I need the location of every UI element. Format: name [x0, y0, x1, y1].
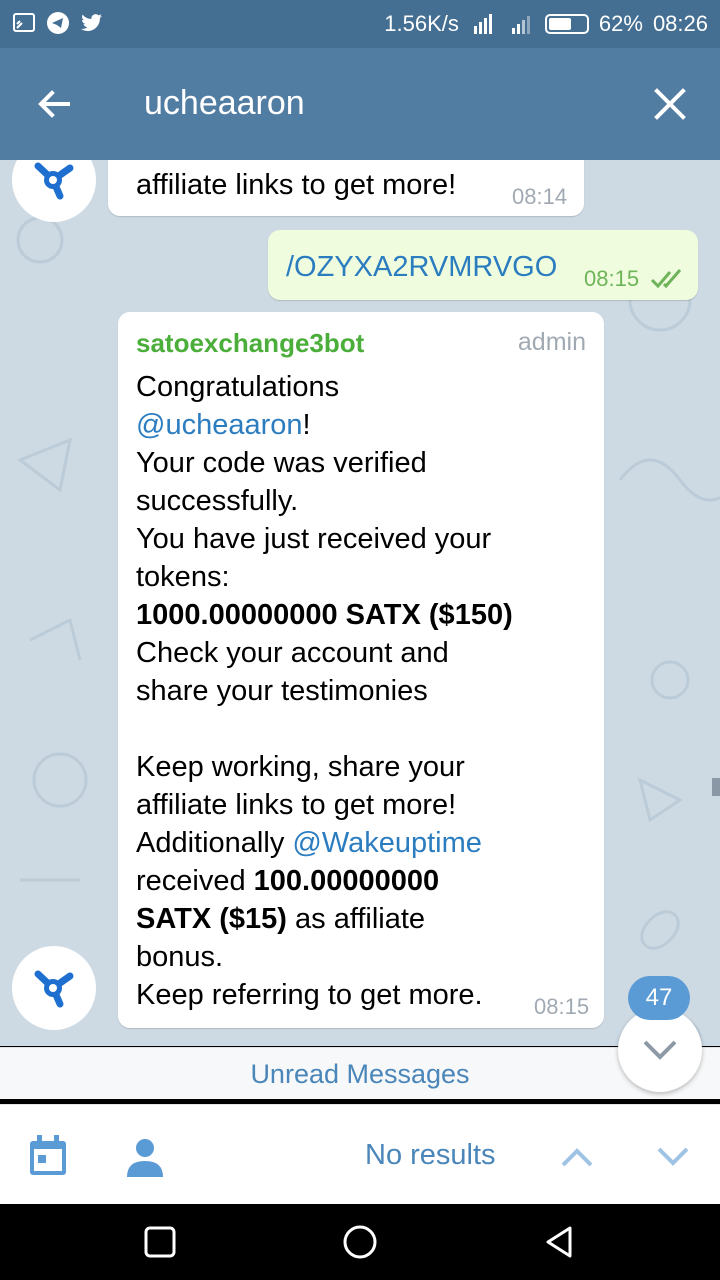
line-testimonies: share your testimonies [136, 675, 428, 707]
sender-name[interactable]: satoexchange3bot [136, 328, 364, 359]
message-bubble-outgoing[interactable]: /OZYXA2RVMRVGO 08:15 [268, 230, 698, 300]
command-link[interactable]: /OZYXA2RVMRVGO [286, 248, 557, 286]
mention-link-2[interactable]: @Wakeuptime [292, 827, 482, 859]
chat-area[interactable]: affiliate links to get more! 08:14 /OZYX… [0, 160, 720, 1046]
unread-count-badge: 47 [628, 976, 690, 1020]
line-affiliate: affiliate links to get more! [136, 789, 457, 821]
line-mention: @ucheaaron! [136, 406, 596, 444]
line-bonus-satx: SATX ($15) as affiliate [136, 900, 596, 938]
line-keep-referring: Keep referring to get more. [136, 979, 483, 1011]
amount-bold: 1000.00000000 SATX ($150) [136, 599, 513, 631]
satoexchange-logo-icon [34, 970, 74, 1008]
chevron-down-icon[interactable] [656, 1141, 690, 1171]
message-time: 08:14 [512, 184, 568, 209]
search-query-title[interactable]: ucheaaron [144, 84, 305, 123]
line-received: You have just received your [136, 523, 492, 555]
net-speed: 1.56K/s [384, 11, 459, 36]
unread-messages-bar: Unread Messages [0, 1047, 720, 1099]
battery-percent: 62% [598, 11, 643, 36]
line-additionally: Additionally @Wakeuptime [136, 824, 596, 862]
person-icon[interactable] [126, 1137, 164, 1177]
screencast-icon [13, 13, 35, 32]
token-amount: 1000.00000000 SATX ($150) [136, 596, 596, 634]
signal-icon-2 [511, 16, 530, 34]
line-bonus-word: bonus. [136, 941, 224, 973]
bot-avatar[interactable] [12, 946, 96, 1030]
close-icon[interactable] [652, 86, 688, 122]
message-bubble-partial[interactable]: affiliate links to get more! 08:14 [108, 160, 584, 216]
signal-icon [473, 14, 492, 34]
scrollbar-thumb[interactable] [712, 778, 720, 796]
unread-messages-label: Unread Messages [250, 1059, 470, 1089]
line-tokens: tokens: [136, 561, 230, 593]
satoexchange-logo-icon [34, 162, 74, 200]
exclamation: ! [302, 409, 311, 441]
clock: 08:26 [652, 11, 708, 36]
line-successfully: successfully. [136, 485, 299, 517]
no-results-label: No results [365, 1139, 496, 1171]
message-time: 08:15 [534, 994, 590, 1019]
bonus-amount: 100.00000000 [253, 865, 440, 897]
back-icon[interactable] [542, 1224, 578, 1260]
received-text: received [136, 865, 254, 897]
recent-apps-icon[interactable] [142, 1224, 178, 1260]
line-congratulations: Congratulations [136, 371, 340, 403]
home-icon[interactable] [342, 1224, 378, 1260]
line-check-account: Check your account and [136, 637, 449, 669]
app-bar: ucheaaron [0, 48, 720, 160]
status-right: 1.56K/s 62% 08:26 [384, 11, 708, 37]
admin-label: admin [517, 328, 586, 356]
line-bonus-received: received 100.00000000 [136, 862, 596, 900]
android-nav-bar [0, 1204, 720, 1280]
back-arrow-icon[interactable] [34, 84, 74, 124]
search-bottom-bar: No results [0, 1104, 720, 1204]
message-bubble-incoming[interactable]: satoexchange3bot admin Congratulations @… [118, 312, 604, 1028]
as-affiliate-text: as affiliate [286, 903, 426, 935]
additionally-text: Additionally [136, 827, 293, 859]
message-body: Congratulations @ucheaaron! Your code wa… [136, 368, 596, 1014]
mention-link[interactable]: @ucheaaron [136, 409, 303, 441]
bonus-satx: SATX ($15) [136, 903, 287, 935]
line-verified: Your code was verified [136, 447, 427, 479]
battery-fill [548, 18, 571, 30]
message-time: 08:15 [584, 266, 640, 291]
message-text: affiliate links to get more! [136, 169, 457, 201]
scroll-down-button[interactable] [618, 1008, 702, 1092]
double-check-icon [650, 269, 682, 289]
status-left-icons [12, 11, 104, 35]
calendar-icon[interactable] [28, 1135, 68, 1177]
status-bar: 1.56K/s 62% 08:26 [0, 0, 720, 48]
battery-icon [544, 14, 589, 34]
telegram-icon [47, 12, 69, 34]
chevron-up-icon[interactable] [560, 1141, 594, 1171]
twitter-icon [81, 14, 102, 31]
chevron-down-icon [643, 1040, 677, 1060]
line-keep-working: Keep working, share your [136, 751, 465, 783]
